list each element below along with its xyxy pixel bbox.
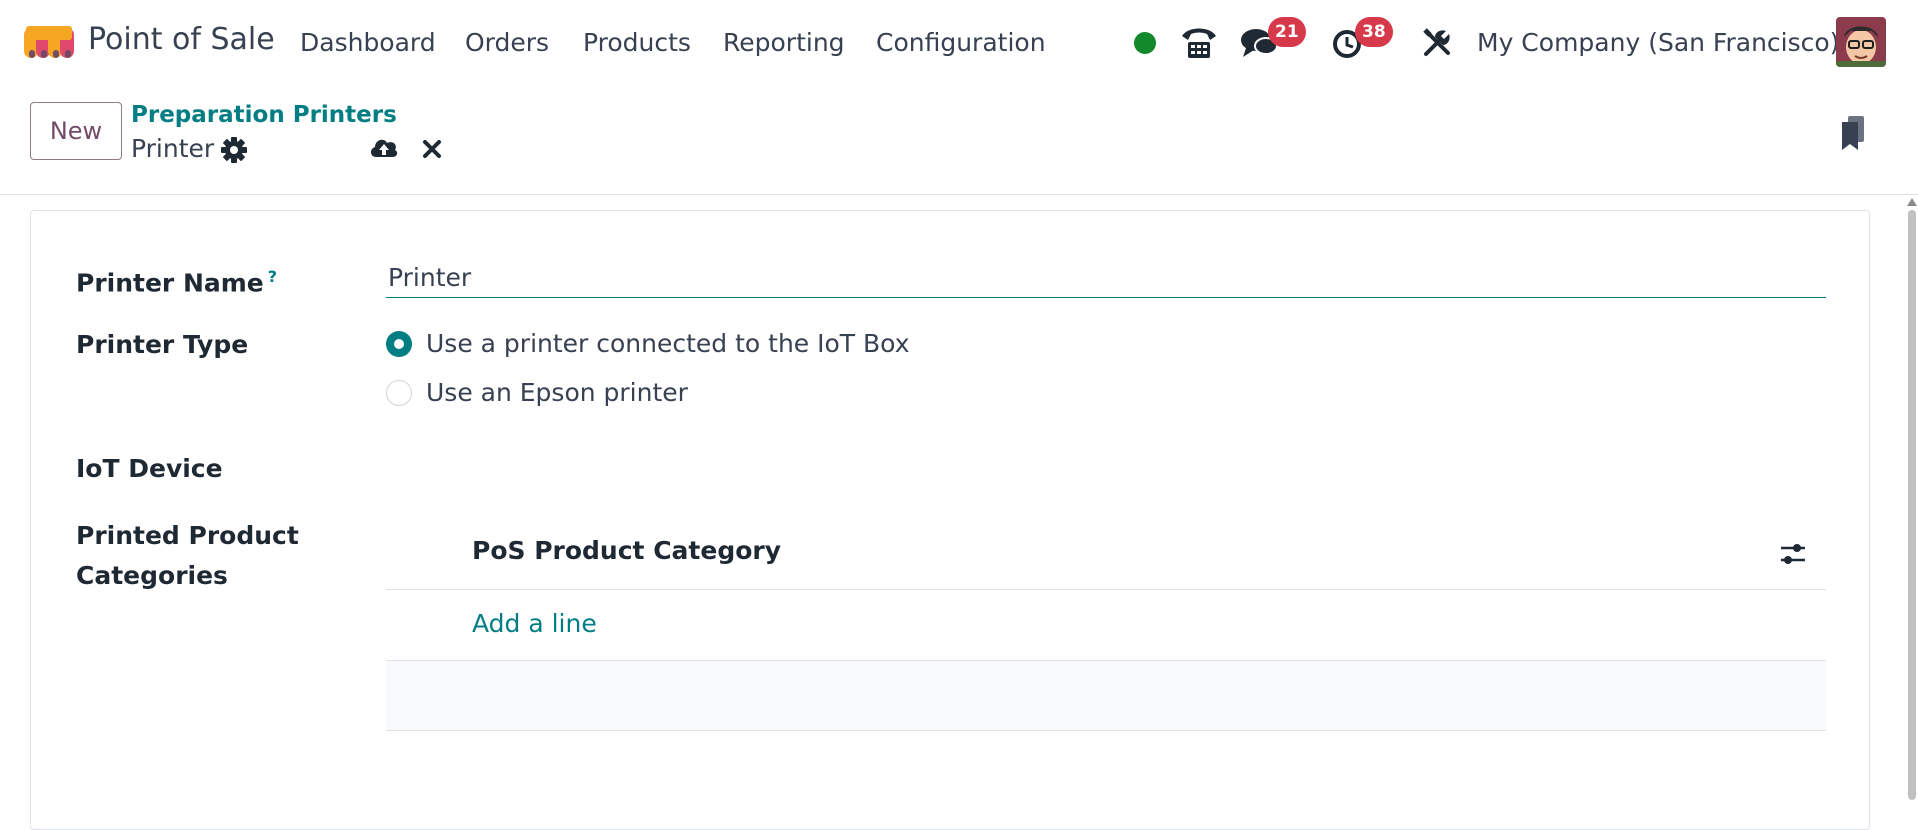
app-title[interactable]: Point of Sale	[88, 22, 275, 57]
user-avatar[interactable]	[1836, 17, 1886, 67]
add-a-line-link[interactable]: Add a line	[472, 609, 597, 638]
activities-count-badge: 38	[1355, 17, 1393, 47]
printer-type-label: Printer Type	[76, 330, 249, 359]
scroll-up-arrow-icon[interactable]	[1907, 198, 1917, 206]
page-scrollbar[interactable]	[1904, 194, 1918, 800]
menu-dashboard[interactable]: Dashboard	[300, 28, 436, 57]
gear-icon[interactable]	[221, 137, 247, 163]
printer-type-option-label: Use a printer connected to the IoT Box	[426, 329, 910, 358]
bookmark-icon[interactable]	[1840, 116, 1866, 152]
radio-checked-icon[interactable]	[386, 330, 412, 357]
menu-reporting[interactable]: Reporting	[723, 28, 845, 57]
empty-list-row	[386, 661, 1826, 730]
pos-app-logo-icon[interactable]	[24, 24, 74, 60]
iot-device-label: IoT Device	[76, 454, 223, 483]
list-bottom-divider	[386, 730, 1826, 731]
breadcrumb-current-record: Printer	[131, 134, 215, 163]
scroll-thumb[interactable]	[1908, 210, 1916, 800]
top-navbar: Point of Sale Dashboard Orders Products …	[0, 0, 1918, 86]
list-header-divider	[386, 589, 1826, 590]
discard-close-icon[interactable]	[422, 139, 442, 159]
printed-product-categories-label-line2: Categories	[76, 561, 228, 590]
save-cloud-upload-icon[interactable]	[369, 135, 399, 161]
phone-icon[interactable]	[1180, 24, 1218, 60]
company-switcher[interactable]: My Company (San Francisco)	[1477, 28, 1839, 57]
optional-columns-sliders-icon[interactable]	[1779, 541, 1807, 567]
messages-count-badge: 21	[1268, 17, 1306, 47]
printer-type-option-iot[interactable]: Use a printer connected to the IoT Box	[386, 329, 910, 358]
printer-type-option-epson[interactable]: Use an Epson printer	[386, 378, 688, 407]
breadcrumb-parent-link[interactable]: Preparation Printers	[131, 102, 397, 128]
printer-type-option-label: Use an Epson printer	[426, 378, 688, 407]
menu-orders[interactable]: Orders	[465, 28, 549, 57]
printer-name-label-text: Printer Name	[76, 268, 264, 298]
presence-status-dot	[1134, 32, 1156, 54]
printer-name-field-label: Printer Name?	[76, 257, 277, 303]
printed-product-categories-label-line1: Printed Product	[76, 521, 299, 550]
menu-products[interactable]: Products	[583, 28, 691, 57]
menu-configuration[interactable]: Configuration	[876, 28, 1046, 57]
form-sheet	[30, 210, 1870, 830]
new-record-button[interactable]: New	[30, 102, 122, 160]
radio-unchecked-icon[interactable]	[386, 379, 412, 406]
control-panel: New Preparation Printers Printer	[0, 86, 1918, 195]
help-tooltip-icon[interactable]: ?	[268, 267, 277, 286]
debug-tools-icon[interactable]	[1422, 28, 1452, 58]
column-header-pos-product-category[interactable]: PoS Product Category	[472, 536, 781, 565]
printer-name-input[interactable]	[386, 258, 1826, 298]
